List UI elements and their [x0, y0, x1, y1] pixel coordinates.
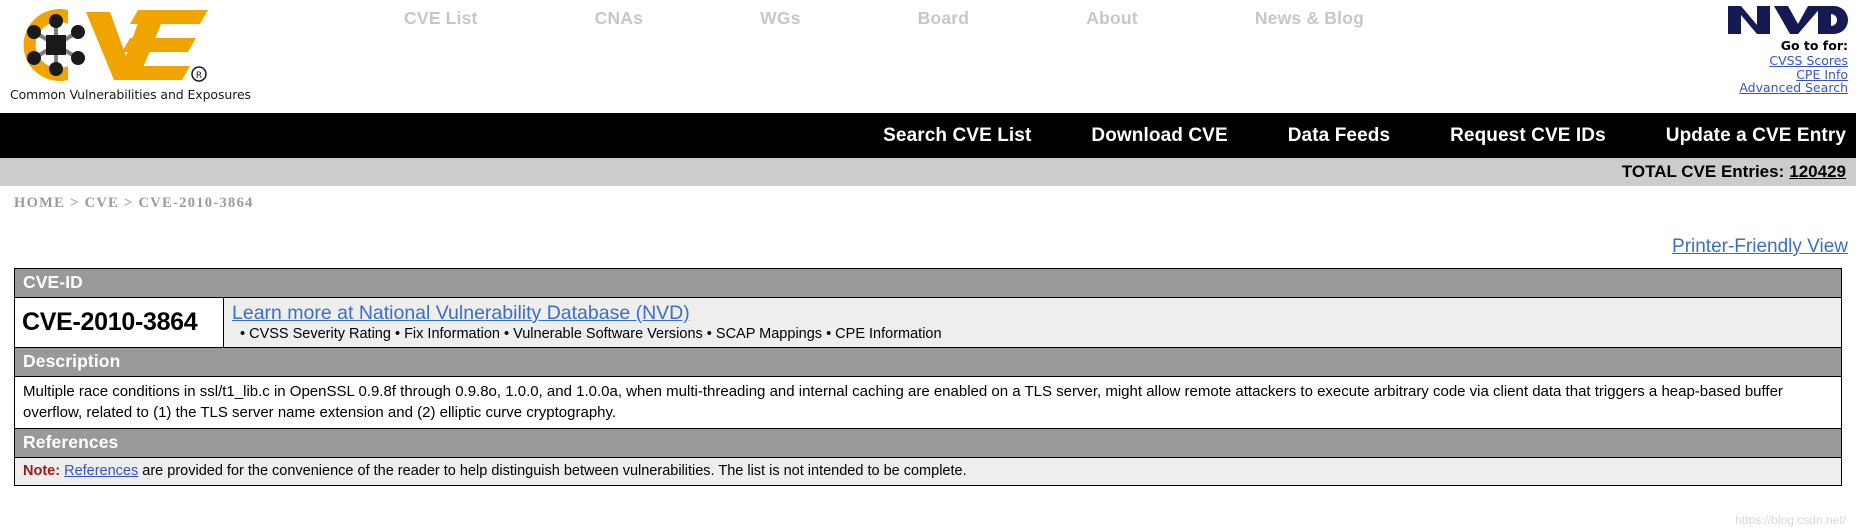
nav-item-cve-list[interactable]: CVE List — [404, 8, 478, 29]
references-note: Note: References are provided for the co… — [15, 458, 1841, 486]
references-inline-link[interactable]: References — [64, 463, 138, 479]
description-section-header: Description — [15, 348, 1841, 377]
nav-item-cnas[interactable]: CNAs — [595, 8, 643, 29]
site-header: R Common Vulnerabilities and Exposures C… — [0, 0, 1856, 113]
breadcrumb-separator-2: > — [124, 195, 134, 211]
printer-friendly-row: Printer-Friendly View — [0, 236, 1856, 258]
breadcrumb-current: CVE-2010-3864 — [138, 195, 254, 211]
cve-logo-block[interactable]: R Common Vulnerabilities and Exposures — [10, 4, 251, 102]
svg-text:R: R — [196, 71, 202, 81]
watermark: https://blog.csdn.net/ — [1735, 513, 1846, 527]
note-label: Note: — [23, 463, 61, 479]
nvd-bullet-list: • CVSS Severity Rating • Fix Information… — [240, 326, 942, 342]
cveid-info-cell: Learn more at National Vulnerability Dat… — [224, 298, 1841, 347]
menu-item-data-feeds[interactable]: Data Feeds — [1288, 125, 1390, 147]
primary-menu-bar: Search CVE List Download CVE Data Feeds … — [0, 113, 1856, 158]
note-text: are provided for the convenience of the … — [142, 463, 967, 479]
nav-item-news-blog[interactable]: News & Blog — [1255, 8, 1364, 29]
main-navigation: CVE List CNAs WGs Board About News & Blo… — [404, 8, 1364, 29]
nav-item-about[interactable]: About — [1086, 8, 1138, 29]
nvd-learn-more-link[interactable]: Learn more at National Vulnerability Dat… — [232, 302, 690, 324]
cve-logo-icon: R — [23, 9, 208, 82]
nvd-block: Go to for: CVSS Scores CPE Info Advanced… — [1648, 2, 1848, 95]
menu-item-update-cve-entry[interactable]: Update a CVE Entry — [1666, 125, 1846, 147]
breadcrumb-home[interactable]: HOME — [14, 195, 65, 211]
nvd-link-advanced-search[interactable]: Advanced Search — [1648, 81, 1848, 95]
breadcrumb: HOME > CVE > CVE-2010-3864 — [0, 186, 1856, 212]
nav-item-board[interactable]: Board — [918, 8, 970, 29]
nvd-goto-label: Go to for: — [1780, 38, 1848, 53]
cveid-row: CVE-2010-3864 Learn more at National Vul… — [15, 298, 1841, 348]
cve-id-value: CVE-2010-3864 — [15, 298, 224, 347]
menu-item-download-cve[interactable]: Download CVE — [1091, 125, 1227, 147]
nvd-link-cvss-scores[interactable]: CVSS Scores — [1648, 54, 1848, 68]
cve-detail-table: CVE-ID CVE-2010-3864 Learn more at Natio… — [14, 268, 1842, 486]
description-text: Multiple race conditions in ssl/t1_lib.c… — [15, 377, 1841, 429]
cveid-section-header: CVE-ID — [15, 269, 1841, 298]
total-entries-label: TOTAL CVE Entries: — [1621, 162, 1785, 181]
breadcrumb-cve[interactable]: CVE — [85, 195, 120, 211]
menu-item-request-cve-ids[interactable]: Request CVE IDs — [1450, 125, 1606, 147]
total-entries-bar: TOTAL CVE Entries: 120429 — [0, 158, 1856, 186]
menu-item-search-cve-list[interactable]: Search CVE List — [883, 125, 1031, 147]
logo-tagline: Common Vulnerabilities and Exposures — [10, 87, 251, 102]
total-entries-count[interactable]: 120429 — [1789, 162, 1846, 182]
nav-item-wgs[interactable]: WGs — [760, 8, 800, 29]
nvd-links: CVSS Scores CPE Info Advanced Search — [1648, 54, 1848, 95]
nvd-link-cpe-info[interactable]: CPE Info — [1648, 67, 1848, 82]
breadcrumb-separator-1: > — [70, 195, 80, 211]
nvd-logo-icon[interactable] — [1726, 2, 1848, 38]
printer-friendly-view-link[interactable]: Printer-Friendly View — [1672, 236, 1848, 257]
references-section-header: References — [15, 429, 1841, 458]
